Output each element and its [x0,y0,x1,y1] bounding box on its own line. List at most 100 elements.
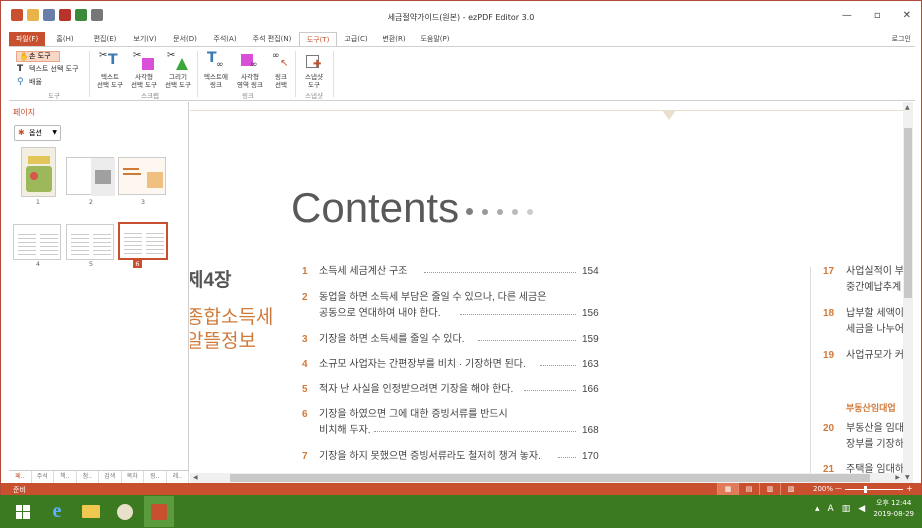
rect-scrap-label: 사각형 선택 도구 [131,73,157,89]
hand-tool-label: 손 도구 [29,52,51,60]
panel-tab-search[interactable]: 검색 [99,471,122,483]
os-taskbar: e ▴ A ▥ ◀ 오후 12:44 2019-08-29 [0,495,922,528]
panel-tab-annotations[interactable]: 주석 [32,471,54,483]
volume-icon[interactable]: ◀ [858,504,865,514]
paint-taskbar-icon[interactable] [110,496,140,527]
tab-annotation[interactable]: 주석(A) [205,32,245,46]
tab-file[interactable]: 파일(F) [9,32,45,46]
page-thumbnail-1[interactable] [21,147,56,197]
scroll-up-icon[interactable]: ▲ [905,104,910,111]
login-link[interactable]: 로그인 [892,34,911,44]
scroll-right-icon[interactable]: ▶ [895,474,900,481]
zoom-slider-knob[interactable] [864,486,867,493]
zoom-out-button[interactable]: — [835,484,842,492]
file-explorer-taskbar-icon[interactable] [76,496,106,527]
page-number-1: 1 [35,198,41,206]
text-select-tool-button[interactable]: T 텍스트 선택 도구 [17,64,79,74]
tray-up-arrow-icon[interactable]: ▴ [815,504,820,514]
tab-tools[interactable]: 도구(T) [299,32,337,46]
rect-link-button[interactable]: ∞ 사각형 영역 링크 [233,52,267,89]
link-select-button[interactable]: ∞ ↖ 링크 선택 [267,52,295,90]
page-thumbnail-4[interactable] [13,224,61,260]
tab-edit[interactable]: 편집(E) [85,32,125,46]
hand-tool-button[interactable]: ✋ 손 도구 [16,51,60,62]
toc-item[interactable]: 20 부동산을 임대 장부를 기장하 [823,421,903,453]
scissors-draw-icon: ✂ [167,51,189,72]
network-icon[interactable]: ▥ [842,504,851,514]
toc-item[interactable]: 17 사업실적이 부 중간예납추계 [823,264,903,296]
document-view[interactable]: Contents 제4장 종합소득세 알뜰정보 1 소득세 세금계산 구조 15… [190,102,903,473]
tab-document[interactable]: 문서(D) [165,32,205,46]
page-thumbnail-5[interactable] [66,224,114,260]
title-bar: 세금절약가이드(원본) - ezPDF Editor 3.0 — ▫ ✕ [1,1,921,29]
snapshot-tool-label: 스냅샷 도구 [305,73,323,89]
toc-item[interactable]: 18 납부할 세액이 세금을 나누어 [823,306,903,338]
maximize-button[interactable]: ▫ [874,10,881,21]
ribbon-separator [89,51,90,97]
text-scrap-label: 텍스트 선택 도구 [97,73,123,89]
rect-link-label: 사각형 영역 링크 [237,73,263,89]
tab-advanced[interactable]: 고급(C) [337,32,375,46]
contents-dots [466,208,533,215]
tab-convert[interactable]: 변환(R) [375,32,413,46]
rect-scrap-button[interactable]: ✂ 사각형 선택 도구 [127,51,161,90]
vertical-scrollbar[interactable]: ▲ ▼ [903,102,913,483]
text-scrap-button[interactable]: ✂ T 텍스트 선택 도구 [93,51,127,90]
vertical-scroll-thumb[interactable] [904,128,912,298]
link-group-label: 링크 [242,92,254,100]
snapshot-group-label: 스냅샷 [305,92,323,100]
horizontal-scrollbar[interactable]: ◀ ▶ [190,473,903,483]
text-cursor-icon: T [17,64,24,74]
contents-heading: Contents [291,184,460,231]
internet-explorer-taskbar-icon[interactable]: e [42,496,72,527]
zoom-in-button[interactable]: + [906,484,913,493]
page-number-2: 2 [88,198,94,206]
ribbon-separator [295,51,296,97]
magnifier-button[interactable]: ⚲ 배율 [17,77,42,87]
scroll-down-icon[interactable]: ▼ [905,474,910,481]
minimize-button[interactable]: — [842,10,852,21]
section-heading: 부동산임대업 [846,403,896,413]
scroll-left-icon[interactable]: ◀ [193,474,198,481]
zoom-slider[interactable] [845,489,903,490]
column-divider [810,267,811,473]
window-controls: — ▫ ✕ [842,10,911,21]
panel-tab-layers[interactable]: 레.. [167,471,189,483]
app-window: 세금절약가이드(원본) - ezPDF Editor 3.0 — ▫ ✕ 파일(… [0,0,922,528]
ime-indicator[interactable]: A [828,504,834,514]
chevron-down-icon: ▼ [52,129,57,136]
windows-start-button[interactable] [8,496,38,527]
options-dropdown[interactable]: ✱ 옵션 ▼ [14,125,61,141]
tab-home[interactable]: 홈(H) [45,32,85,46]
close-button[interactable]: ✕ [903,10,911,21]
panel-tab-attachments[interactable]: 첨.. [77,471,99,483]
tab-annotation-edit[interactable]: 주석 편집(N) [245,32,299,46]
clock[interactable]: 오후 12:44 2019-08-29 [873,498,914,520]
panel-tab-toc[interactable]: 목차 [122,471,144,483]
toc-item[interactable]: 2 동업을 하면 소득세 부담은 줄일 수 있으나, 다른 세금은 공동으로 연… [302,290,602,322]
page-thumbnail-2[interactable] [66,157,115,196]
page-number-6: 6 [133,260,142,268]
horizontal-scroll-thumb[interactable] [230,474,870,482]
tab-help[interactable]: 도움말(P) [413,32,457,46]
text-link-button[interactable]: T ∞ 텍스트에 링크 [199,51,233,89]
hand-icon: ✋ [19,52,29,61]
magnifier-label: 배율 [29,78,42,86]
snapshot-tool-button[interactable]: ✚ 스냅샷 도구 [297,52,331,89]
ezpdf-taskbar-icon[interactable] [144,496,174,527]
page-thumbnail-6[interactable] [118,222,168,260]
panel-tab-pages[interactable]: 페.. [9,471,32,483]
ribbon-separator [197,51,198,97]
toc-item[interactable]: 6 기장을 하였으면 그에 대한 증빙서류를 반드시 비치해 두자. 168 [302,407,602,439]
page-number-3: 3 [140,198,146,206]
capture-group-label: 스크랩 [141,92,159,100]
tab-view[interactable]: 보기(V) [125,32,165,46]
zoom-level: 200% [813,485,834,493]
page-thumbnail-3[interactable] [118,157,166,195]
panel-tab-bookmarks[interactable]: 책.. [54,471,77,483]
draw-scrap-button[interactable]: ✂ 그리기 선택 도구 [161,51,195,90]
ribbon-tabs: 파일(F) 홈(H) 편집(E) 보기(V) 문서(D) 주석(A) 주석 편집… [9,32,457,46]
rect-link-icon: ∞ [239,52,261,72]
status-text: 준비 [13,486,26,494]
panel-tab-links[interactable]: 링.. [144,471,167,483]
